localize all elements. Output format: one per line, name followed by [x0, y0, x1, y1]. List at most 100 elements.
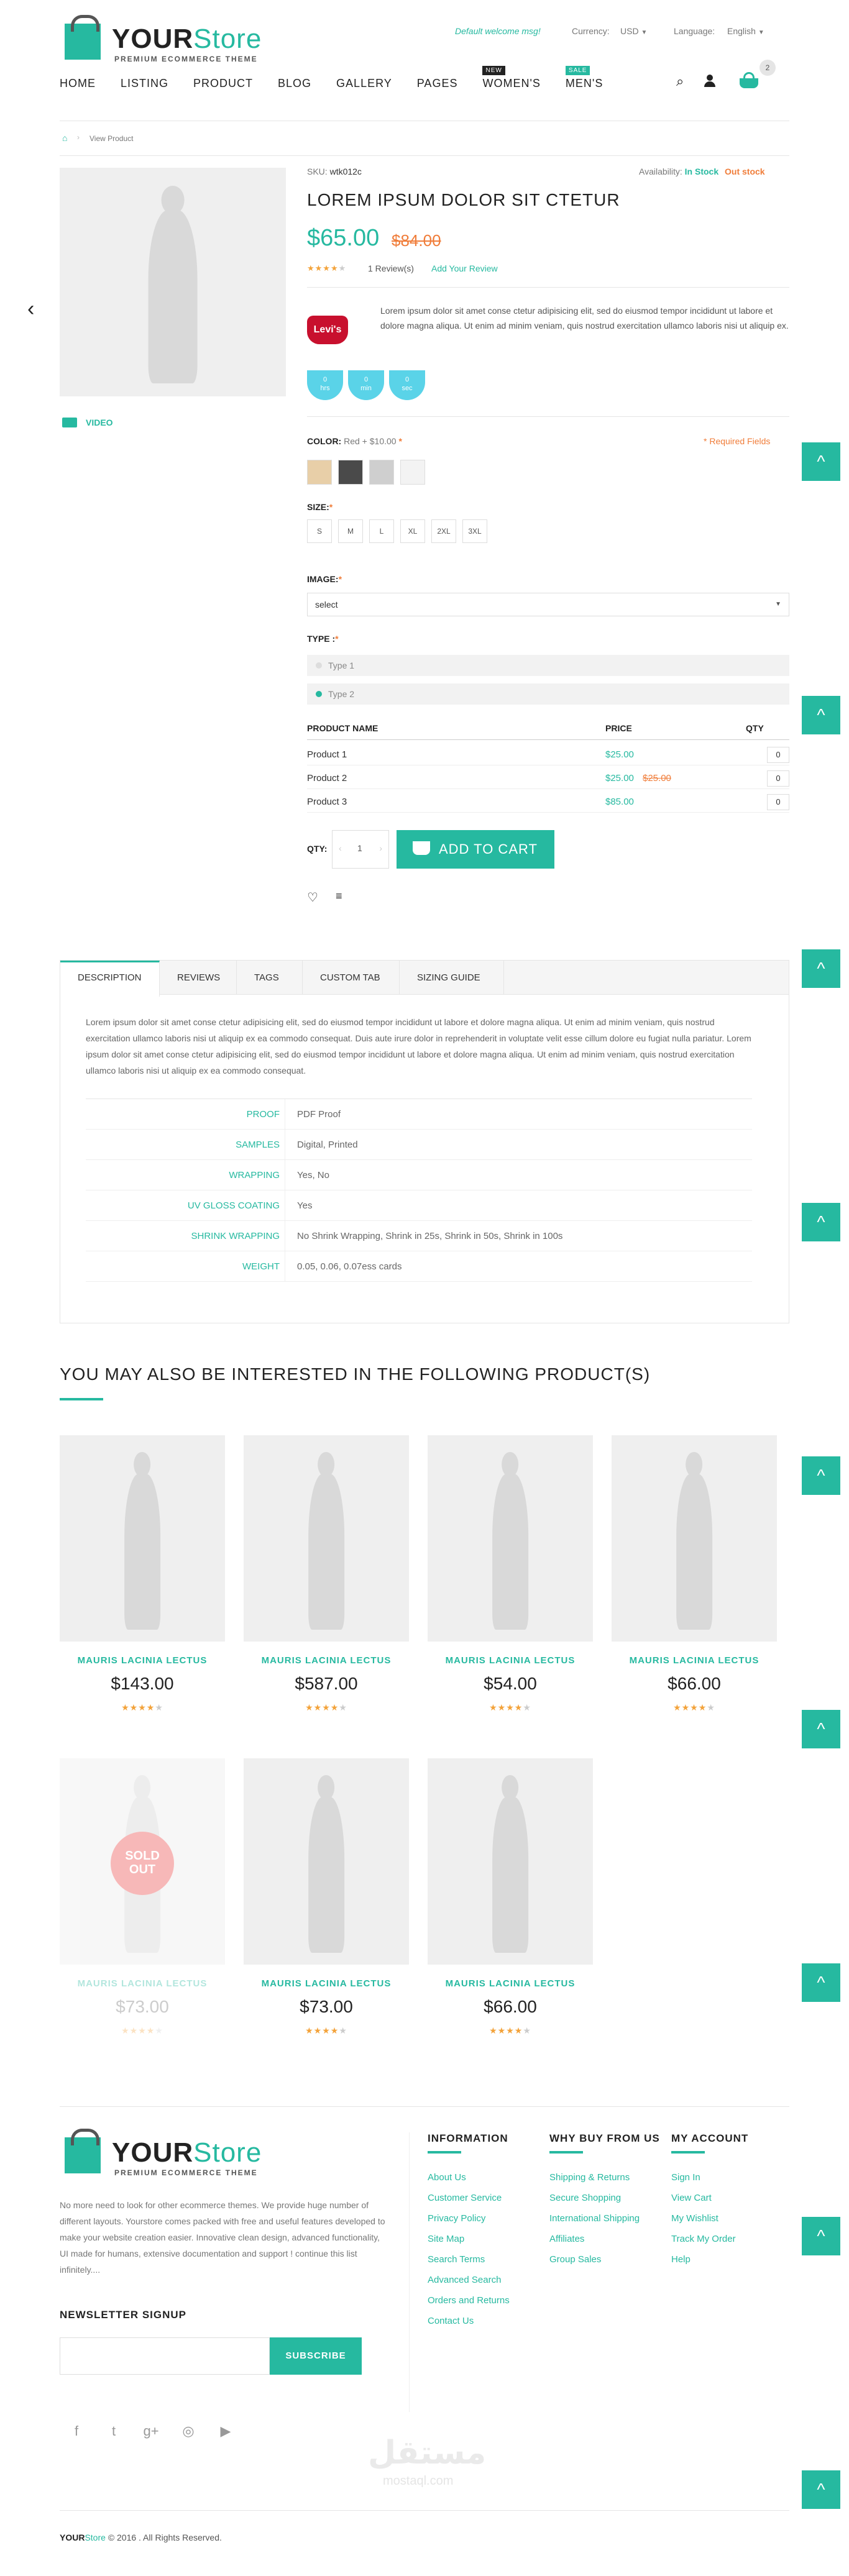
product-card-name[interactable]: MAURIS LACINIA LECTUS	[428, 1655, 593, 1666]
scroll-top-button[interactable]: ^	[802, 949, 840, 988]
chevron-left-icon[interactable]: ‹	[339, 843, 342, 853]
qty-input[interactable]: 0	[767, 794, 789, 810]
footer-link[interactable]: Site Map	[428, 2234, 464, 2244]
scroll-top-button[interactable]: ^	[802, 442, 840, 481]
wishlist-icon[interactable]: ♡	[307, 890, 318, 905]
footer-link[interactable]: Contact Us	[428, 2316, 474, 2326]
color-swatch-grey[interactable]	[369, 460, 394, 485]
color-swatch-light[interactable]	[400, 460, 425, 485]
brand-logo[interactable]: Levi's	[307, 316, 348, 344]
product-card-name[interactable]: MAURIS LACINIA LECTUS	[60, 1655, 225, 1666]
qty-input[interactable]: 0	[767, 747, 789, 763]
size-option-3xl[interactable]: 3XL	[462, 519, 487, 543]
review-count[interactable]: 1 Review(s)	[368, 263, 414, 273]
subscribe-button[interactable]: SUBSCRIBE	[270, 2337, 362, 2375]
tab-description[interactable]: DESCRIPTION	[60, 961, 160, 997]
compare-icon[interactable]: ≡	[336, 890, 342, 903]
nav-pages[interactable]: PAGES	[417, 77, 458, 90]
nav-home[interactable]: HOME	[60, 77, 96, 90]
footer-link[interactable]: Help	[671, 2254, 691, 2265]
product-card-name[interactable]: MAURIS LACINIA LECTUS	[612, 1655, 777, 1666]
product-card-name[interactable]: MAURIS LACINIA LECTUS	[428, 1978, 593, 1989]
size-option-l[interactable]: L	[369, 519, 394, 543]
add-review-link[interactable]: Add Your Review	[431, 263, 498, 273]
home-icon[interactable]: ⌂	[62, 133, 67, 143]
footer-link[interactable]: My Wishlist	[671, 2213, 718, 2224]
color-swatch-dark[interactable]	[338, 460, 363, 485]
footer-link[interactable]: View Cart	[671, 2193, 712, 2203]
google-plus-icon[interactable]: g+	[142, 2423, 160, 2442]
footer-logo-icon[interactable]	[60, 2127, 103, 2177]
footer-link[interactable]: Shipping & Returns	[549, 2172, 630, 2183]
footer-link[interactable]: Affiliates	[549, 2234, 584, 2244]
currency-select[interactable]: USD ▼	[620, 26, 647, 36]
size-option-m[interactable]: M	[338, 519, 363, 543]
nav-listing[interactable]: LISTING	[121, 77, 168, 90]
chevron-down-icon: ▼	[775, 601, 781, 608]
footer-link[interactable]: Track My Order	[671, 2234, 736, 2244]
tab-tags[interactable]: TAGS	[237, 961, 303, 995]
search-icon[interactable]: ⌕	[676, 73, 684, 89]
size-option-xl[interactable]: XL	[400, 519, 425, 543]
product-card-image[interactable]	[244, 1758, 409, 1965]
type-option-2[interactable]: Type 2	[307, 683, 789, 705]
scroll-top-button[interactable]: ^	[802, 2470, 840, 2509]
nav-gallery[interactable]: GALLERY	[336, 77, 392, 90]
product-card-image[interactable]	[244, 1435, 409, 1642]
footer-link[interactable]: Search Terms	[428, 2254, 485, 2265]
youtube-icon[interactable]: ▶	[216, 2423, 235, 2442]
product-card-image[interactable]	[428, 1435, 593, 1642]
size-option-2xl[interactable]: 2XL	[431, 519, 456, 543]
nav-product[interactable]: PRODUCT	[193, 77, 253, 90]
footer-link[interactable]: About Us	[428, 2172, 466, 2183]
nav-blog[interactable]: BLOG	[278, 77, 311, 90]
account-icon[interactable]	[702, 73, 717, 88]
color-swatch-beige[interactable]	[307, 460, 332, 485]
instagram-icon[interactable]: ◎	[179, 2423, 198, 2442]
footer-link[interactable]: Privacy Policy	[428, 2213, 485, 2224]
qty-stepper[interactable]: ‹ 1 ›	[332, 830, 389, 869]
product-card-image[interactable]	[428, 1758, 593, 1965]
product-card-name[interactable]: MAURIS LACINIA LECTUS	[244, 1978, 409, 1989]
footer-link[interactable]: Advanced Search	[428, 2275, 501, 2285]
footer-link[interactable]: Sign In	[671, 2172, 700, 2183]
add-to-cart-button[interactable]: ADD TO CART	[397, 830, 554, 869]
prev-arrow-icon[interactable]: ‹	[27, 297, 34, 321]
logo-icon[interactable]	[60, 14, 103, 63]
product-card-image[interactable]	[612, 1435, 777, 1642]
scroll-top-button[interactable]: ^	[802, 2217, 840, 2255]
product-card-name[interactable]: MAURIS LACINIA LECTUS	[60, 1978, 225, 1989]
footer-link[interactable]: Customer Service	[428, 2193, 502, 2203]
nav-womens[interactable]: NEW WOMEN'S	[482, 66, 540, 90]
newsletter-email-input[interactable]	[60, 2337, 270, 2375]
scroll-top-button[interactable]: ^	[802, 1456, 840, 1495]
logo-text[interactable]: YOURStore	[112, 24, 262, 55]
scroll-top-button[interactable]: ^	[802, 1710, 840, 1748]
tab-sizing-guide[interactable]: SIZING GUIDE	[400, 961, 504, 995]
product-main-image[interactable]	[60, 168, 286, 396]
facebook-icon[interactable]: f	[67, 2423, 86, 2442]
footer-link[interactable]: Secure Shopping	[549, 2193, 621, 2203]
image-select[interactable]: select ▼	[307, 593, 789, 616]
nav-mens[interactable]: SALE MEN'S	[565, 66, 603, 90]
product-card-image[interactable]	[60, 1435, 225, 1642]
type-option-1[interactable]: Type 1	[307, 655, 789, 676]
footer-link[interactable]: International Shipping	[549, 2213, 640, 2224]
product-card-name[interactable]: MAURIS LACINIA LECTUS	[244, 1655, 409, 1666]
qty-input[interactable]: 0	[767, 770, 789, 787]
size-option-s[interactable]: S	[307, 519, 332, 543]
video-link[interactable]: VIDEO	[86, 418, 113, 427]
footer-logo-text[interactable]: YOURStore	[112, 2137, 262, 2168]
scroll-top-button[interactable]: ^	[802, 1963, 840, 2002]
cart-icon[interactable]	[738, 71, 761, 89]
language-select[interactable]: English ▼	[727, 26, 764, 36]
video-icon[interactable]	[62, 418, 77, 427]
scroll-top-button[interactable]: ^	[802, 1203, 840, 1241]
scroll-top-button[interactable]: ^	[802, 696, 840, 734]
twitter-icon[interactable]: t	[104, 2423, 123, 2442]
tab-custom[interactable]: CUSTOM TAB	[303, 961, 400, 995]
tab-reviews[interactable]: REVIEWS	[160, 961, 237, 995]
footer-link[interactable]: Orders and Returns	[428, 2295, 510, 2306]
chevron-right-icon[interactable]: ›	[379, 843, 382, 853]
footer-link[interactable]: Group Sales	[549, 2254, 601, 2265]
